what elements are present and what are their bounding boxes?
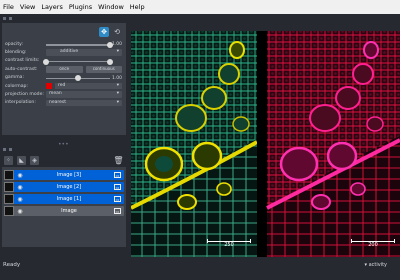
auto-contrast-buttons: once continuous bbox=[46, 66, 122, 73]
image-layer-type-icon: ▭ bbox=[114, 172, 121, 178]
layer-thumbnail bbox=[4, 206, 14, 216]
auto-contrast-row: auto-contrast: once continuous bbox=[2, 65, 126, 73]
scale-bar-left-label: 250 bbox=[224, 242, 234, 248]
viewer-canvas[interactable]: 250 200 bbox=[129, 14, 400, 257]
layer-item[interactable]: ◉ Image [3] ▭ bbox=[4, 170, 124, 180]
gamma-value: 1.00 bbox=[111, 75, 122, 81]
layer-controls-titlebar bbox=[0, 14, 128, 22]
canvas-image bbox=[129, 14, 400, 257]
transform-icon[interactable]: ⟲ bbox=[112, 27, 122, 37]
contrast-limits-slider[interactable] bbox=[43, 58, 113, 65]
gamma-slider[interactable] bbox=[46, 75, 110, 82]
contrast-limits-label: contrast limits: bbox=[5, 58, 40, 64]
status-text: Ready bbox=[3, 262, 21, 268]
menu-bar: File View Layers Plugins Window Help bbox=[0, 0, 400, 14]
layer-controls-toolbar: ✥ ⟲ bbox=[2, 23, 126, 40]
colormap-dropdown[interactable]: red bbox=[55, 82, 122, 90]
gamma-slider-handle[interactable] bbox=[75, 75, 81, 82]
layer-list-titlebar bbox=[0, 145, 128, 153]
projection-mode-dropdown[interactable]: mean bbox=[46, 91, 122, 98]
visibility-eye-icon[interactable]: ◉ bbox=[16, 207, 24, 215]
layer-name[interactable]: Image [2] bbox=[24, 184, 114, 190]
close-dock-icon[interactable] bbox=[3, 16, 6, 20]
colormap-label: colormap: bbox=[5, 83, 28, 89]
float-dock-icon[interactable] bbox=[9, 16, 12, 20]
contrast-limit-low-handle[interactable] bbox=[43, 58, 49, 65]
image-layer-type-icon: ▭ bbox=[114, 184, 121, 190]
menu-window[interactable]: Window bbox=[98, 3, 124, 11]
layer-name[interactable]: Image [1] bbox=[24, 196, 114, 202]
new-shapes-layer-icon[interactable]: ◣ bbox=[17, 155, 26, 165]
left-dock: ✥ ⟲ opacity: 1.00 blending: additive con… bbox=[0, 14, 128, 267]
menu-help[interactable]: Help bbox=[130, 3, 145, 11]
blending-dropdown[interactable]: additive bbox=[46, 49, 122, 56]
menu-file[interactable]: File bbox=[3, 3, 14, 11]
contrast-limits-row: contrast limits: bbox=[2, 57, 126, 65]
opacity-label: opacity: bbox=[5, 41, 24, 47]
visibility-eye-icon[interactable]: ◉ bbox=[16, 195, 24, 203]
layer-buttons-bar: ⁘ ◣ ◈ 🗑 bbox=[2, 154, 126, 166]
layer-item[interactable]: ◉ Image ▭ bbox=[4, 206, 124, 216]
delete-layer-icon[interactable]: 🗑 bbox=[113, 156, 123, 165]
float-dock-icon[interactable] bbox=[9, 147, 12, 151]
interpolation-row: interpolation: nearest bbox=[2, 99, 126, 107]
projection-mode-label: projection mode: bbox=[5, 92, 44, 98]
gamma-row: gamma: 1.00 bbox=[2, 74, 126, 82]
auto-contrast-continuous-button[interactable]: continuous bbox=[85, 66, 122, 73]
close-dock-icon[interactable] bbox=[3, 147, 6, 151]
image-layer-type-icon: ▭ bbox=[114, 208, 121, 214]
layer-item[interactable]: ◉ Image [2] ▭ bbox=[4, 182, 124, 192]
blending-label: blending: bbox=[5, 50, 27, 56]
interpolation-dropdown[interactable]: nearest bbox=[46, 99, 122, 107]
auto-contrast-label: auto-contrast: bbox=[5, 66, 38, 72]
layer-thumbnail bbox=[4, 170, 14, 180]
layer-controls-panel: ✥ ⟲ opacity: 1.00 blending: additive con… bbox=[2, 23, 126, 135]
new-points-layer-icon[interactable]: ⁘ bbox=[4, 155, 13, 165]
projection-mode-row: projection mode: mean bbox=[2, 90, 126, 98]
opacity-slider[interactable] bbox=[46, 41, 113, 48]
blending-row: blending: additive bbox=[2, 48, 126, 56]
layer-name[interactable]: Image bbox=[24, 208, 114, 214]
visibility-eye-icon[interactable]: ◉ bbox=[16, 171, 24, 179]
opacity-value: 1.00 bbox=[111, 42, 122, 47]
new-labels-layer-icon[interactable]: ◈ bbox=[30, 155, 39, 165]
menu-plugins[interactable]: Plugins bbox=[69, 3, 92, 11]
status-bar: Ready ▾ activity bbox=[0, 257, 400, 280]
colormap-row: colormap: red bbox=[2, 82, 126, 90]
menu-view[interactable]: View bbox=[20, 3, 35, 11]
contrast-limit-high-handle[interactable] bbox=[107, 58, 113, 65]
scale-bar-right: 200 bbox=[351, 239, 395, 251]
opacity-row: opacity: 1.00 bbox=[2, 40, 126, 48]
visibility-eye-icon[interactable]: ◉ bbox=[16, 183, 24, 191]
layer-thumbnail bbox=[4, 182, 14, 192]
scale-bar-right-label: 200 bbox=[368, 242, 378, 248]
activity-toggle[interactable]: ▾ activity bbox=[364, 262, 387, 268]
gamma-label: gamma: bbox=[5, 75, 25, 81]
colormap-swatch bbox=[46, 83, 52, 90]
pan-zoom-icon[interactable]: ✥ bbox=[99, 26, 109, 37]
interpolation-label: interpolation: bbox=[5, 100, 36, 106]
layer-list: ◉ Image [3] ▭ ◉ Image [2] ▭ ◉ Image [1] ▭ ◉ Image ▭ bbox=[2, 167, 126, 247]
layer-thumbnail bbox=[4, 194, 14, 204]
layer-name[interactable]: Image [3] bbox=[24, 172, 114, 178]
scale-bar-left: 250 bbox=[207, 239, 251, 251]
auto-contrast-once-button[interactable]: once bbox=[46, 66, 83, 73]
layer-item[interactable]: ◉ Image [1] ▭ bbox=[4, 194, 124, 204]
menu-layers[interactable]: Layers bbox=[41, 3, 63, 11]
image-layer-type-icon: ▭ bbox=[114, 196, 121, 202]
